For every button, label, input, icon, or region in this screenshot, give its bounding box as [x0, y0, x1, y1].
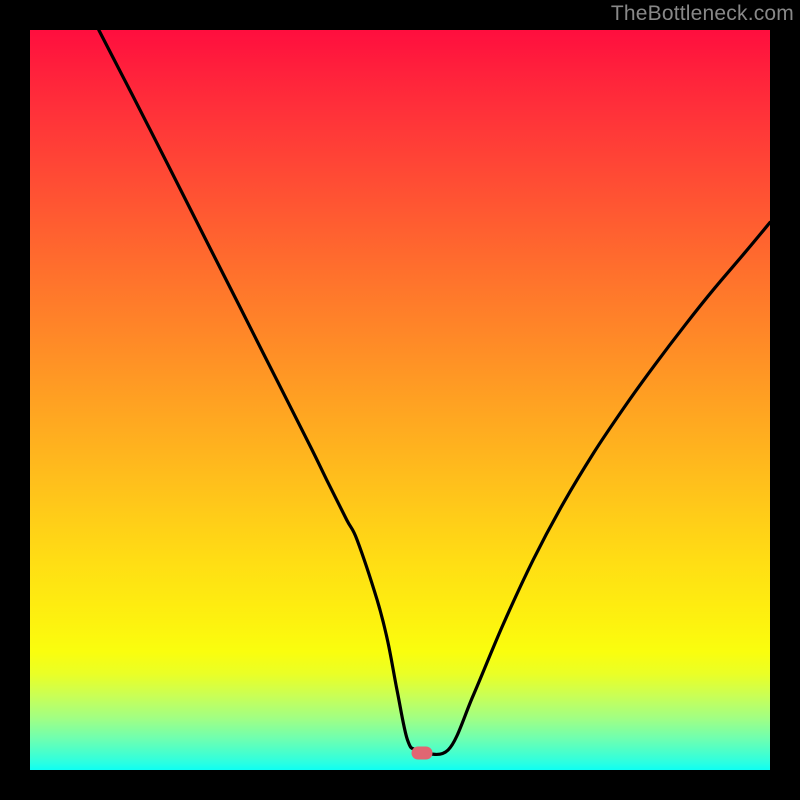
plot-area	[30, 30, 770, 770]
optimal-point-marker	[412, 746, 433, 759]
curve-path	[99, 30, 770, 754]
bottleneck-curve	[30, 30, 770, 770]
chart-frame: TheBottleneck.com	[0, 0, 800, 800]
watermark-text: TheBottleneck.com	[611, 2, 794, 26]
